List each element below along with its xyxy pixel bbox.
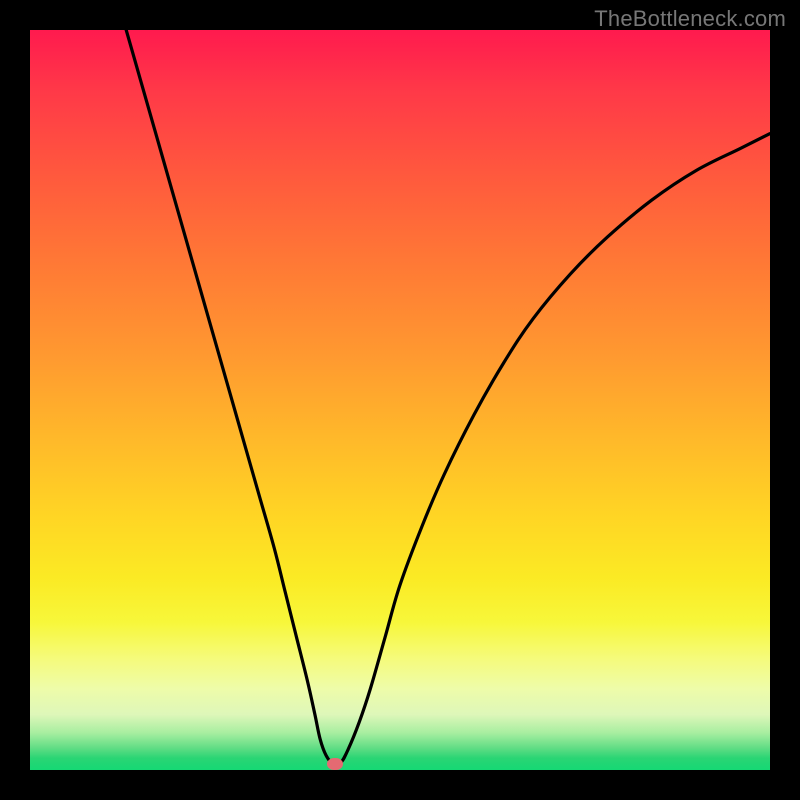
- chart-canvas: TheBottleneck.com: [0, 0, 800, 800]
- optimal-point-marker: [327, 758, 343, 770]
- bottleneck-curve: [30, 30, 770, 770]
- plot-area: [30, 30, 770, 770]
- watermark-text: TheBottleneck.com: [594, 6, 786, 32]
